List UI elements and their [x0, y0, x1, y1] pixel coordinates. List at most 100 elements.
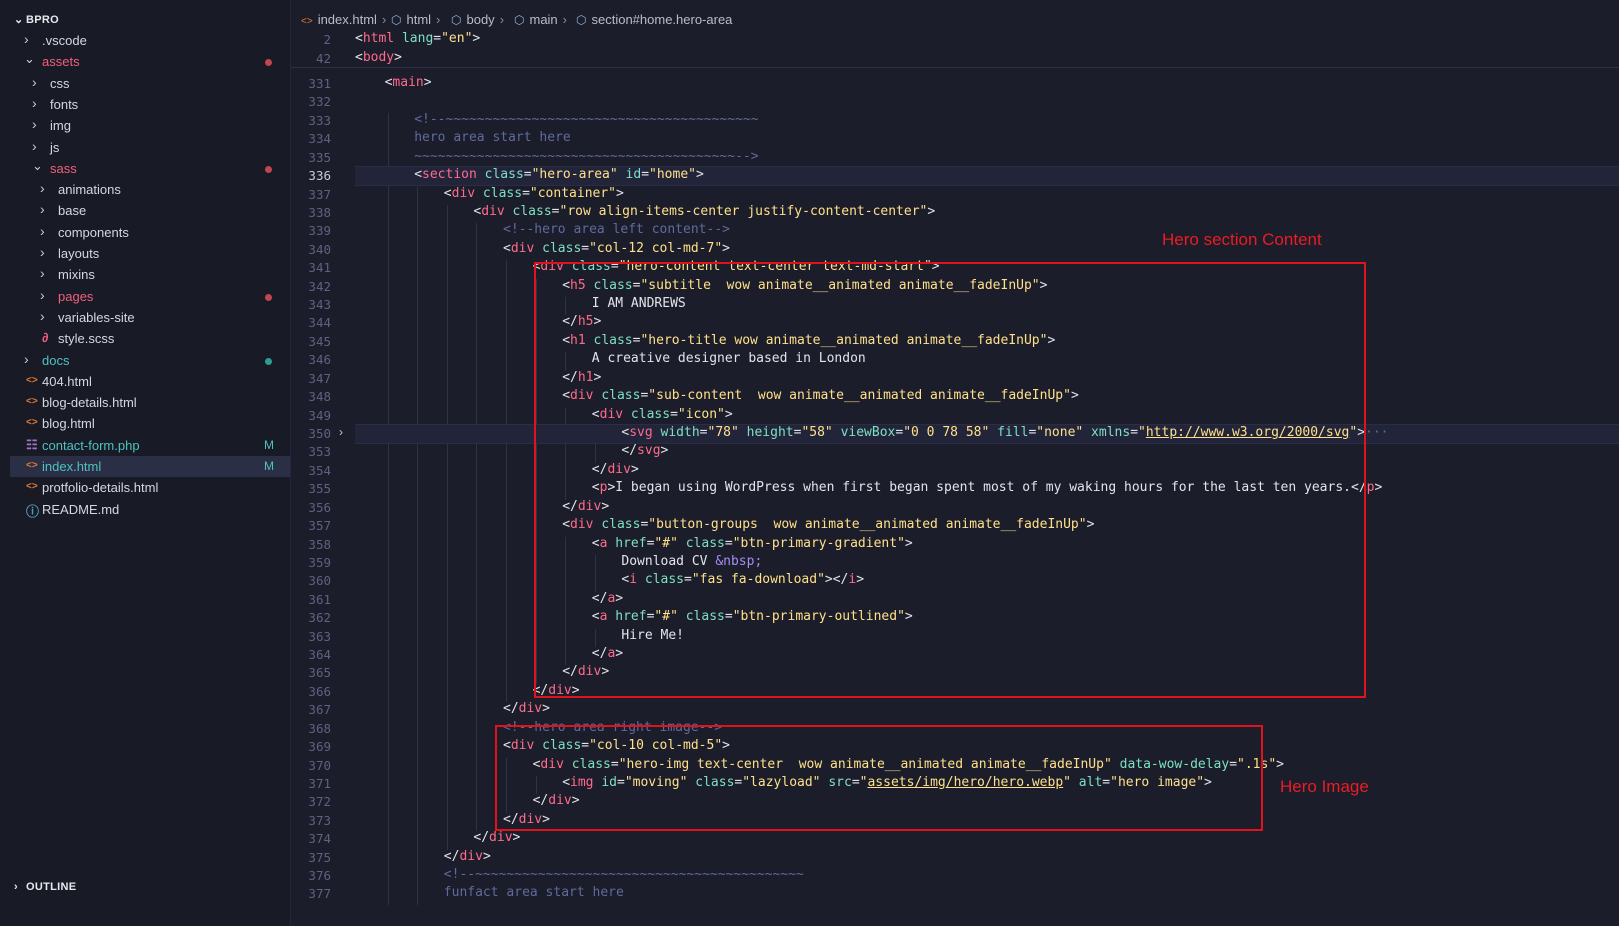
code-token: < [414, 167, 423, 183]
tree-item-fonts[interactable]: › fonts [10, 94, 290, 115]
tree-item-protfolio-details-html[interactable]: <> protfolio-details.html [10, 477, 290, 498]
code-line[interactable]: </div> [444, 849, 491, 864]
breadcrumb-item[interactable]: ⬡ section#home.hero-area [576, 12, 732, 27]
code-token: </ [503, 701, 519, 717]
tree-item-pages[interactable]: › pages [10, 286, 290, 307]
hero-image-annotation: Hero Image [1280, 777, 1369, 796]
code-token: > [512, 830, 521, 846]
tree-item-sass[interactable]: ⌄ sass [10, 158, 290, 179]
code-token: > [482, 848, 491, 864]
tree-item-index-html[interactable]: <> index.html M [10, 456, 290, 477]
code-token: class [475, 185, 523, 201]
tree-item-404-html[interactable]: <> 404.html [10, 371, 290, 392]
line-number: 356 [308, 499, 331, 515]
code-line[interactable]: </div> [503, 701, 550, 716]
code-line[interactable]: <div class="col-12 col-md-7"> [503, 241, 730, 256]
code-token: <!--hero area left content--> [503, 222, 730, 238]
code-line[interactable]: ~~~~~~~~~~~~~~~~~~~~~~~~~~~~~~~~~~~~~~~~… [414, 149, 758, 164]
code-token: = [641, 167, 650, 183]
tree-item-label: layouts [58, 246, 100, 261]
tree-item-blog-html[interactable]: <> blog.html [10, 413, 290, 434]
tree-item-blog-details-html[interactable]: <> blog-details.html [10, 392, 290, 413]
breadcrumb-item[interactable]: <> index.html › [301, 12, 386, 27]
line-number: 337 [308, 186, 331, 202]
tree-item-base[interactable]: › base [10, 200, 290, 221]
code-token: "col-12 col-md-7" [589, 240, 723, 256]
outline-section[interactable]: › OUTLINE [14, 881, 76, 893]
sass-file-icon: ∂ [42, 330, 49, 346]
tree-item-label: components [58, 224, 129, 240]
tree-item-components[interactable]: › components [10, 222, 290, 243]
code-line[interactable]: <body> [355, 50, 402, 65]
code-line[interactable]: hero area start here [414, 130, 571, 145]
line-number: 340 [308, 241, 331, 257]
code-token: < [355, 49, 363, 65]
chevron-right-icon: › [436, 12, 441, 27]
explorer-root[interactable]: ⌄ BPRO [14, 13, 59, 26]
tree-item-mixins[interactable]: › mixins [10, 264, 290, 285]
code-token: lang [394, 31, 434, 46]
line-number: 360 [308, 573, 331, 589]
html-file-icon: <> [26, 374, 38, 386]
code-token: > [616, 185, 624, 201]
tree-item-contact-form-php[interactable]: ☷ contact-form.php M [10, 435, 290, 456]
tree-item-assets[interactable]: ⌄ assets [10, 51, 290, 72]
tree-item-readme-md[interactable]: ⓘ README.md [10, 499, 290, 520]
line-number: 355 [308, 481, 331, 497]
code-token: = [523, 167, 532, 183]
tree-item-label: img [50, 118, 71, 134]
tree-item-label: variables-site [58, 309, 135, 325]
tree-item-label: style.scss [58, 331, 115, 347]
chevron-right-icon: › [24, 350, 29, 367]
tree-item-docs[interactable]: › docs [10, 350, 290, 371]
tree-item-animations[interactable]: › animations [10, 179, 290, 200]
chevron-right-icon[interactable]: › [339, 425, 343, 439]
code-line[interactable]: <!--~~~~~~~~~~~~~~~~~~~~~~~~~~~~~~~~~~~~… [444, 867, 804, 882]
code-token: </ [473, 830, 490, 846]
modified-dot-icon [265, 357, 272, 365]
tree-item-js[interactable]: › js [10, 137, 290, 158]
code-token: body [362, 49, 395, 65]
line-number: 370 [308, 757, 331, 773]
tree-item-label: js [50, 139, 60, 155]
tree-item-variables-site[interactable]: › variables-site [10, 307, 290, 328]
code-token: < [355, 31, 363, 46]
code-token: "en" [441, 31, 473, 46]
git-modified-badge: M [264, 437, 274, 452]
indent-guide [446, 204, 448, 850]
code-line[interactable]: <html lang="en"> [355, 31, 480, 46]
info-file-icon: ⓘ [26, 503, 40, 519]
chevron-down-icon: ⌄ [14, 14, 24, 26]
line-number: 42 [315, 50, 331, 66]
code-line[interactable]: <section class="hero-area" id="home"> [414, 167, 704, 182]
line-number: 369 [308, 739, 331, 755]
tree-item-img[interactable]: › img [10, 115, 290, 136]
code-token: = [581, 240, 590, 256]
code-line[interactable]: funfact area start here [444, 885, 624, 900]
chevron-right-icon: › [40, 201, 45, 218]
code-line[interactable]: <main> [385, 75, 432, 90]
tree-item-css[interactable]: › css [10, 73, 290, 94]
tree-item-label: mixins [58, 267, 95, 283]
indent-guide [387, 112, 389, 905]
line-number: 376 [308, 868, 331, 884]
code-token: > [472, 31, 481, 46]
tree-item-style-scss[interactable]: ∂ style.scss [10, 328, 290, 349]
code-token: "home" [649, 167, 696, 183]
breadcrumb-item[interactable]: ⬡ html › [391, 12, 440, 27]
breadcrumb-item[interactable]: ⬡ main › [514, 12, 567, 27]
code-token: > [695, 167, 704, 183]
line-number: 344 [308, 315, 331, 331]
breadcrumb-item[interactable]: ⬡ body › [451, 12, 504, 27]
code-line[interactable]: <div class="row align-items-center justi… [473, 204, 935, 219]
code-line[interactable]: <div class="container"> [444, 186, 624, 201]
code-line[interactable]: </div> [473, 830, 520, 845]
code-line[interactable]: <!--hero area left content--> [503, 222, 730, 237]
tree-item-layouts[interactable]: › layouts [10, 243, 290, 264]
code-line[interactable]: <!--~~~~~~~~~~~~~~~~~~~~~~~~~~~~~~~~~~~~… [414, 112, 758, 127]
code-token: > [542, 701, 550, 717]
chevron-right-icon: › [562, 12, 568, 27]
chevron-down-icon: ⌄ [24, 51, 35, 67]
tree-item--vscode[interactable]: › .vscode [10, 30, 290, 51]
line-number: 372 [308, 794, 331, 810]
